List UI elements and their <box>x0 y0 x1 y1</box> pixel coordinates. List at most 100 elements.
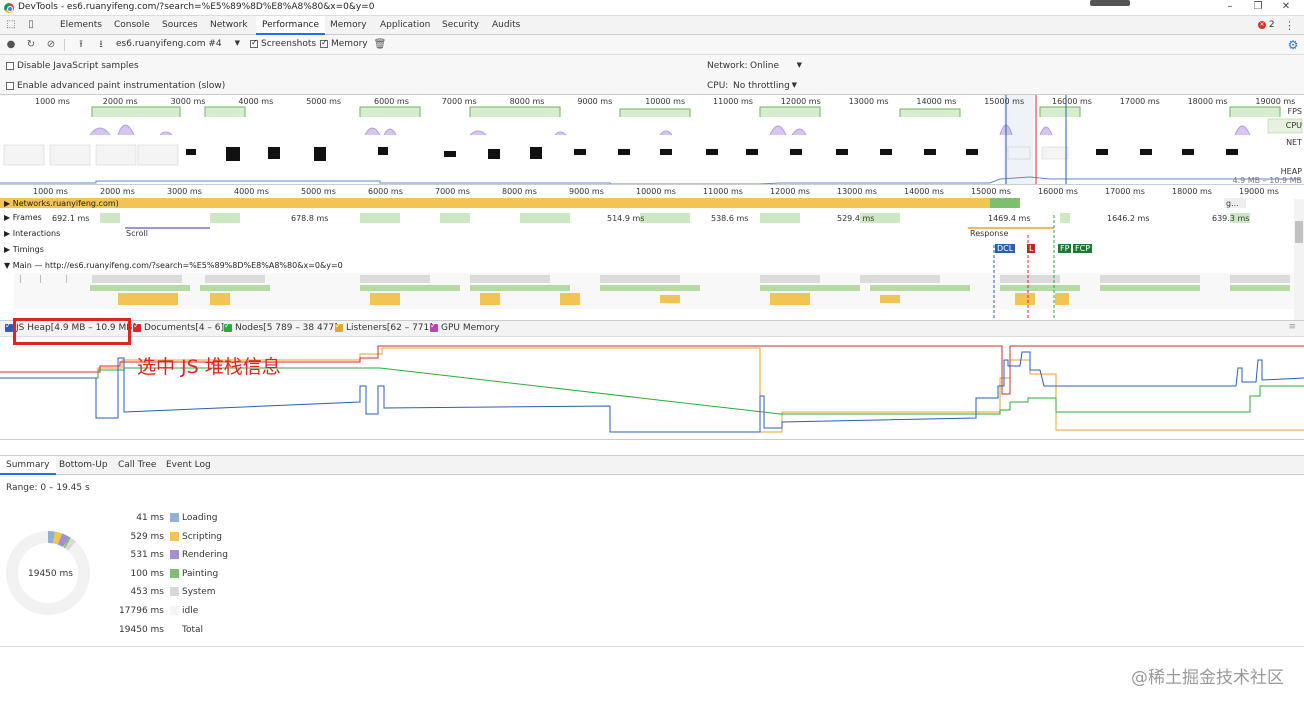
listeners-toggle[interactable]: Listeners[62 – 771] <box>335 321 433 333</box>
gpu-memory-toggle[interactable]: GPU Memory <box>430 321 499 333</box>
error-count[interactable]: ✕ 2 <box>1258 20 1275 30</box>
memory-label: Memory <box>331 39 368 49</box>
devtools-tabbar: ⬚ ▯ Elements Console Sources Network Perform… <box>0 16 1304 35</box>
overview-tick-label: 4000 ms <box>238 97 274 106</box>
documents-toggle[interactable]: Documents[4 – 6] <box>133 321 224 333</box>
maximize-icon[interactable]: ❐ <box>1248 1 1268 15</box>
overview-tick-label: 2000 ms <box>102 97 138 106</box>
dcl-marker[interactable]: DCL <box>995 244 1016 253</box>
summary-row-value: 41 ms <box>136 513 164 523</box>
tab-elements[interactable]: Elements <box>54 16 108 35</box>
overview-graphs <box>0 95 1304 184</box>
reload-record-icon[interactable]: ↻ <box>24 38 38 52</box>
screenshots-checkbox[interactable]: Screenshots <box>250 38 317 49</box>
network-host-label: s.ruanyifeng.com) <box>46 199 119 208</box>
performance-toolbar: ● ↻ ⊘ ⭱ ⭳ es6.ruanyifeng.com #4 ▼ Screen… <box>0 35 1304 55</box>
overview-tick-label: 15000 ms <box>984 97 1025 106</box>
checkbox-icon <box>335 321 343 332</box>
record-icon[interactable]: ● <box>4 38 18 52</box>
frame-time-label: 1469.4 ms <box>988 214 1031 223</box>
fcp-marker[interactable]: FCP <box>1073 244 1093 253</box>
cpu-label: CPU: <box>707 81 729 91</box>
network-throttle-value: Online <box>750 61 780 71</box>
load-marker[interactable]: L <box>1027 244 1036 253</box>
tab-performance[interactable]: Performance <box>256 16 326 35</box>
details-tab-call-tree[interactable]: Call Tree <box>112 456 162 475</box>
overview-tick-label: 5000 ms <box>306 97 342 106</box>
device-toolbar-icon[interactable]: ▯ <box>24 18 38 32</box>
frame-time-label: 529.4 ms <box>837 214 875 223</box>
selection-highlight <box>1004 95 1034 184</box>
network-throttle-select[interactable]: Online ▼ <box>750 61 802 71</box>
memory-checkbox[interactable]: Memory <box>320 38 368 49</box>
flame-scrollbar-thumb[interactable] <box>1295 221 1303 243</box>
scroll-label: Scroll <box>126 229 148 238</box>
fps-lane <box>0 105 1304 121</box>
tab-audits[interactable]: Audits <box>486 16 526 35</box>
fp-marker[interactable]: FP <box>1058 244 1072 253</box>
legend-swatch-icon <box>170 568 179 578</box>
checkbox-icon <box>250 38 258 48</box>
more-menu-icon[interactable]: ⋮ <box>1284 19 1295 32</box>
inspect-element-icon[interactable]: ⬚ <box>4 18 18 32</box>
summary-row-value: 529 ms <box>130 531 165 542</box>
minimize-icon[interactable]: – <box>1220 1 1240 15</box>
overview-tick-label: 9000 ms <box>577 97 613 106</box>
summary-row-label: Painting <box>182 568 219 579</box>
summary-row-value: 19450 ms <box>119 624 164 635</box>
advanced-paint-checkbox[interactable]: Enable advanced paint instrumentation (s… <box>6 81 225 91</box>
details-tab-bottom-up[interactable]: Bottom-Up <box>53 456 114 475</box>
main-track[interactable]: ▼ Main — http://es6.ruanyifeng.com/?sear… <box>4 261 343 270</box>
tab-memory[interactable]: Memory <box>324 16 373 35</box>
clear-icon[interactable]: ⊘ <box>44 38 58 52</box>
disable-js-samples-checkbox[interactable]: Disable JavaScript samples <box>6 61 139 71</box>
listeners-label: Listeners[62 – 771] <box>346 323 433 333</box>
summary-row-rendering: 531 ms Rendering <box>100 548 260 562</box>
legend-swatch-icon <box>170 587 179 597</box>
net-label: NET <box>1286 138 1302 147</box>
summary-row-painting: 100 ms Painting <box>100 567 260 581</box>
gear-icon[interactable]: ⚙ <box>1286 38 1300 52</box>
frames-track[interactable]: ▶ Frames <box>4 213 42 222</box>
nodes-toggle[interactable]: Nodes[5 789 – 38 477] <box>224 321 338 333</box>
overview-tick-label: 13000 ms <box>848 97 889 106</box>
checkbox-icon <box>6 81 14 90</box>
details-tab-event-log[interactable]: Event Log <box>160 456 217 475</box>
legend-swatch-icon <box>170 606 179 615</box>
network-tail-label: g... <box>1226 199 1239 208</box>
close-icon[interactable]: ✕ <box>1276 1 1296 15</box>
upload-icon[interactable]: ⭱ <box>74 38 88 52</box>
chrome-logo-icon <box>4 3 14 13</box>
window-titlebar: DevTools - es6.ruanyifeng.com/?search=%E… <box>0 0 1304 16</box>
trash-icon[interactable]: 🗑 <box>373 38 387 52</box>
timeline-overview[interactable]: 1000 ms 2000 ms 3000 ms 4000 ms 5000 ms 6000 … <box>0 95 1304 185</box>
flame-graphics <box>0 198 1304 320</box>
overview-tick-label: 10000 ms <box>645 97 686 106</box>
flame-chart[interactable]: 1000 ms 2000 ms 3000 ms 4000 ms 5000 ms 6000 … <box>0 185 1304 321</box>
timings-track[interactable]: ▶ Timings <box>4 245 44 254</box>
annotation-highlight-box <box>13 318 131 345</box>
overview-tick-label: 17000 ms <box>1119 97 1160 106</box>
nodes-label: Nodes[5 789 – 38 477] <box>235 323 338 333</box>
tab-security[interactable]: Security <box>436 16 485 35</box>
drag-handle-icon[interactable]: ≡ <box>1288 322 1296 332</box>
summary-row-label: Total <box>182 624 204 635</box>
scrollbar-thumb-icon <box>1090 0 1130 6</box>
tab-application[interactable]: Application <box>374 16 436 35</box>
tab-console[interactable]: Console <box>108 16 156 35</box>
network-track[interactable]: ▶ Networks.ruanyifeng.com) <box>4 199 119 208</box>
checkbox-icon <box>6 61 14 70</box>
tab-sources[interactable]: Sources <box>156 16 204 35</box>
fps-label: FPS <box>1287 107 1302 116</box>
checkbox-icon <box>133 321 141 332</box>
interactions-track[interactable]: ▶ Interactions <box>4 229 60 238</box>
download-icon[interactable]: ⭳ <box>94 38 108 52</box>
screenshots-label: Screenshots <box>261 39 317 49</box>
profile-select[interactable]: es6.ruanyifeng.com #4 ▼ <box>116 39 242 51</box>
disable-js-samples-label: Disable JavaScript samples <box>17 61 139 71</box>
tab-network[interactable]: Network <box>204 16 254 35</box>
cpu-throttle-select[interactable]: No throttling ▼ <box>733 81 797 91</box>
profile-select-value: es6.ruanyifeng.com #4 <box>116 39 222 49</box>
legend-swatch-icon <box>170 531 179 541</box>
details-tab-summary[interactable]: Summary <box>0 456 56 475</box>
